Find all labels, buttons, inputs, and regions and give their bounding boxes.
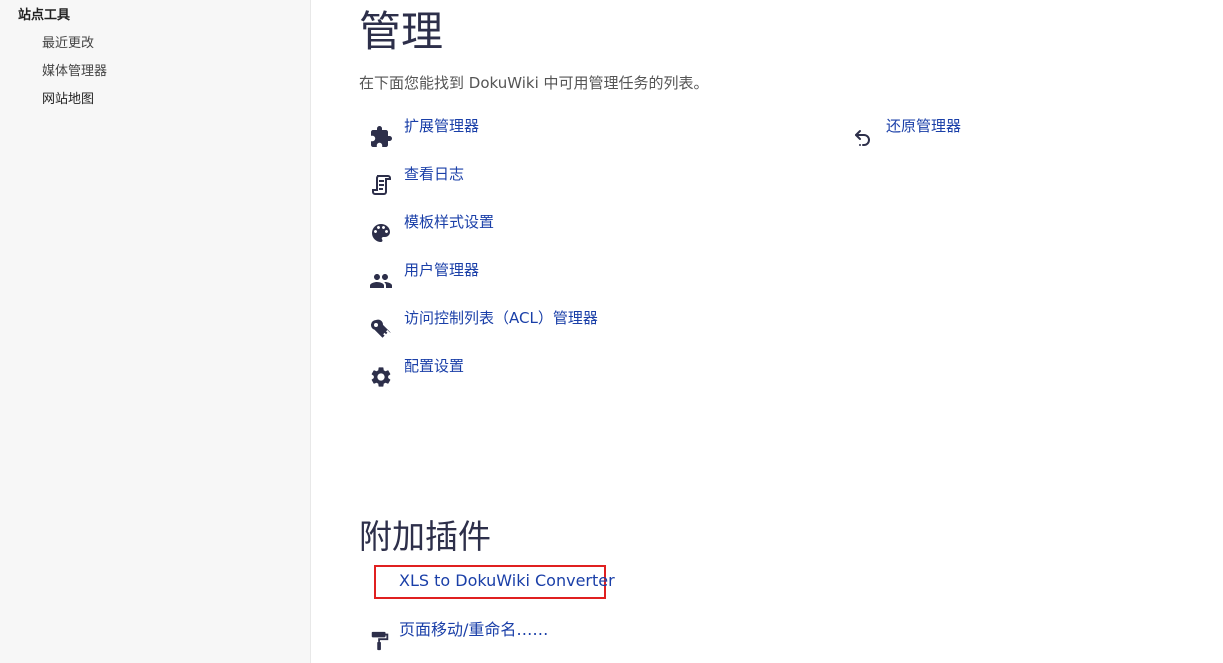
sidebar-title: 站点工具 — [18, 8, 71, 23]
page-title: 管理 — [359, 7, 444, 56]
plugin-link-page-move[interactable]: 页面移动/重命名…… — [399, 619, 548, 641]
admin-item-label[interactable]: 用户管理器 — [404, 260, 479, 280]
sidebar-list: 最近更改 媒体管理器 网站地图 — [42, 35, 107, 119]
palette-icon — [368, 220, 394, 246]
admin-item-label[interactable]: 扩展管理器 — [404, 116, 479, 136]
sidebar: 站点工具 最近更改 媒体管理器 网站地图 — [0, 0, 311, 663]
gear-icon — [368, 364, 394, 390]
plugin-link-xls-converter[interactable]: XLS to DokuWiki Converter — [399, 570, 615, 592]
puzzle-icon — [368, 124, 394, 150]
key-icon — [368, 316, 394, 342]
sidebar-item-label[interactable]: 媒体管理器 — [42, 64, 107, 79]
admin-item-label[interactable]: 访问控制列表（ACL）管理器 — [404, 308, 598, 328]
page: 站点工具 最近更改 媒体管理器 网站地图 管理 在下面您能找到 DokuWiki… — [0, 0, 1223, 663]
admin-item-label[interactable]: 配置设置 — [404, 356, 464, 376]
admin-item-label[interactable]: 查看日志 — [404, 164, 464, 184]
plugins-section-title: 附加插件 — [359, 517, 491, 556]
users-icon — [368, 268, 394, 294]
sidebar-item-media-manager[interactable]: 媒体管理器 — [42, 63, 107, 91]
admin-item-label[interactable]: 还原管理器 — [886, 116, 961, 136]
sidebar-item-sitemap[interactable]: 网站地图 — [42, 91, 107, 119]
scroll-icon — [368, 172, 394, 198]
intro-text: 在下面您能找到 DokuWiki 中可用管理任务的列表。 — [359, 74, 709, 92]
sidebar-item-label[interactable]: 最近更改 — [42, 36, 94, 51]
admin-item-label[interactable]: 模板样式设置 — [404, 212, 494, 232]
undo-icon — [850, 124, 876, 150]
sidebar-item-label[interactable]: 网站地图 — [42, 92, 94, 107]
main-content: 管理 在下面您能找到 DokuWiki 中可用管理任务的列表。 扩展管理器 查看… — [311, 0, 1223, 663]
sidebar-item-recent-changes[interactable]: 最近更改 — [42, 35, 107, 63]
paint-roller-icon — [369, 630, 391, 652]
